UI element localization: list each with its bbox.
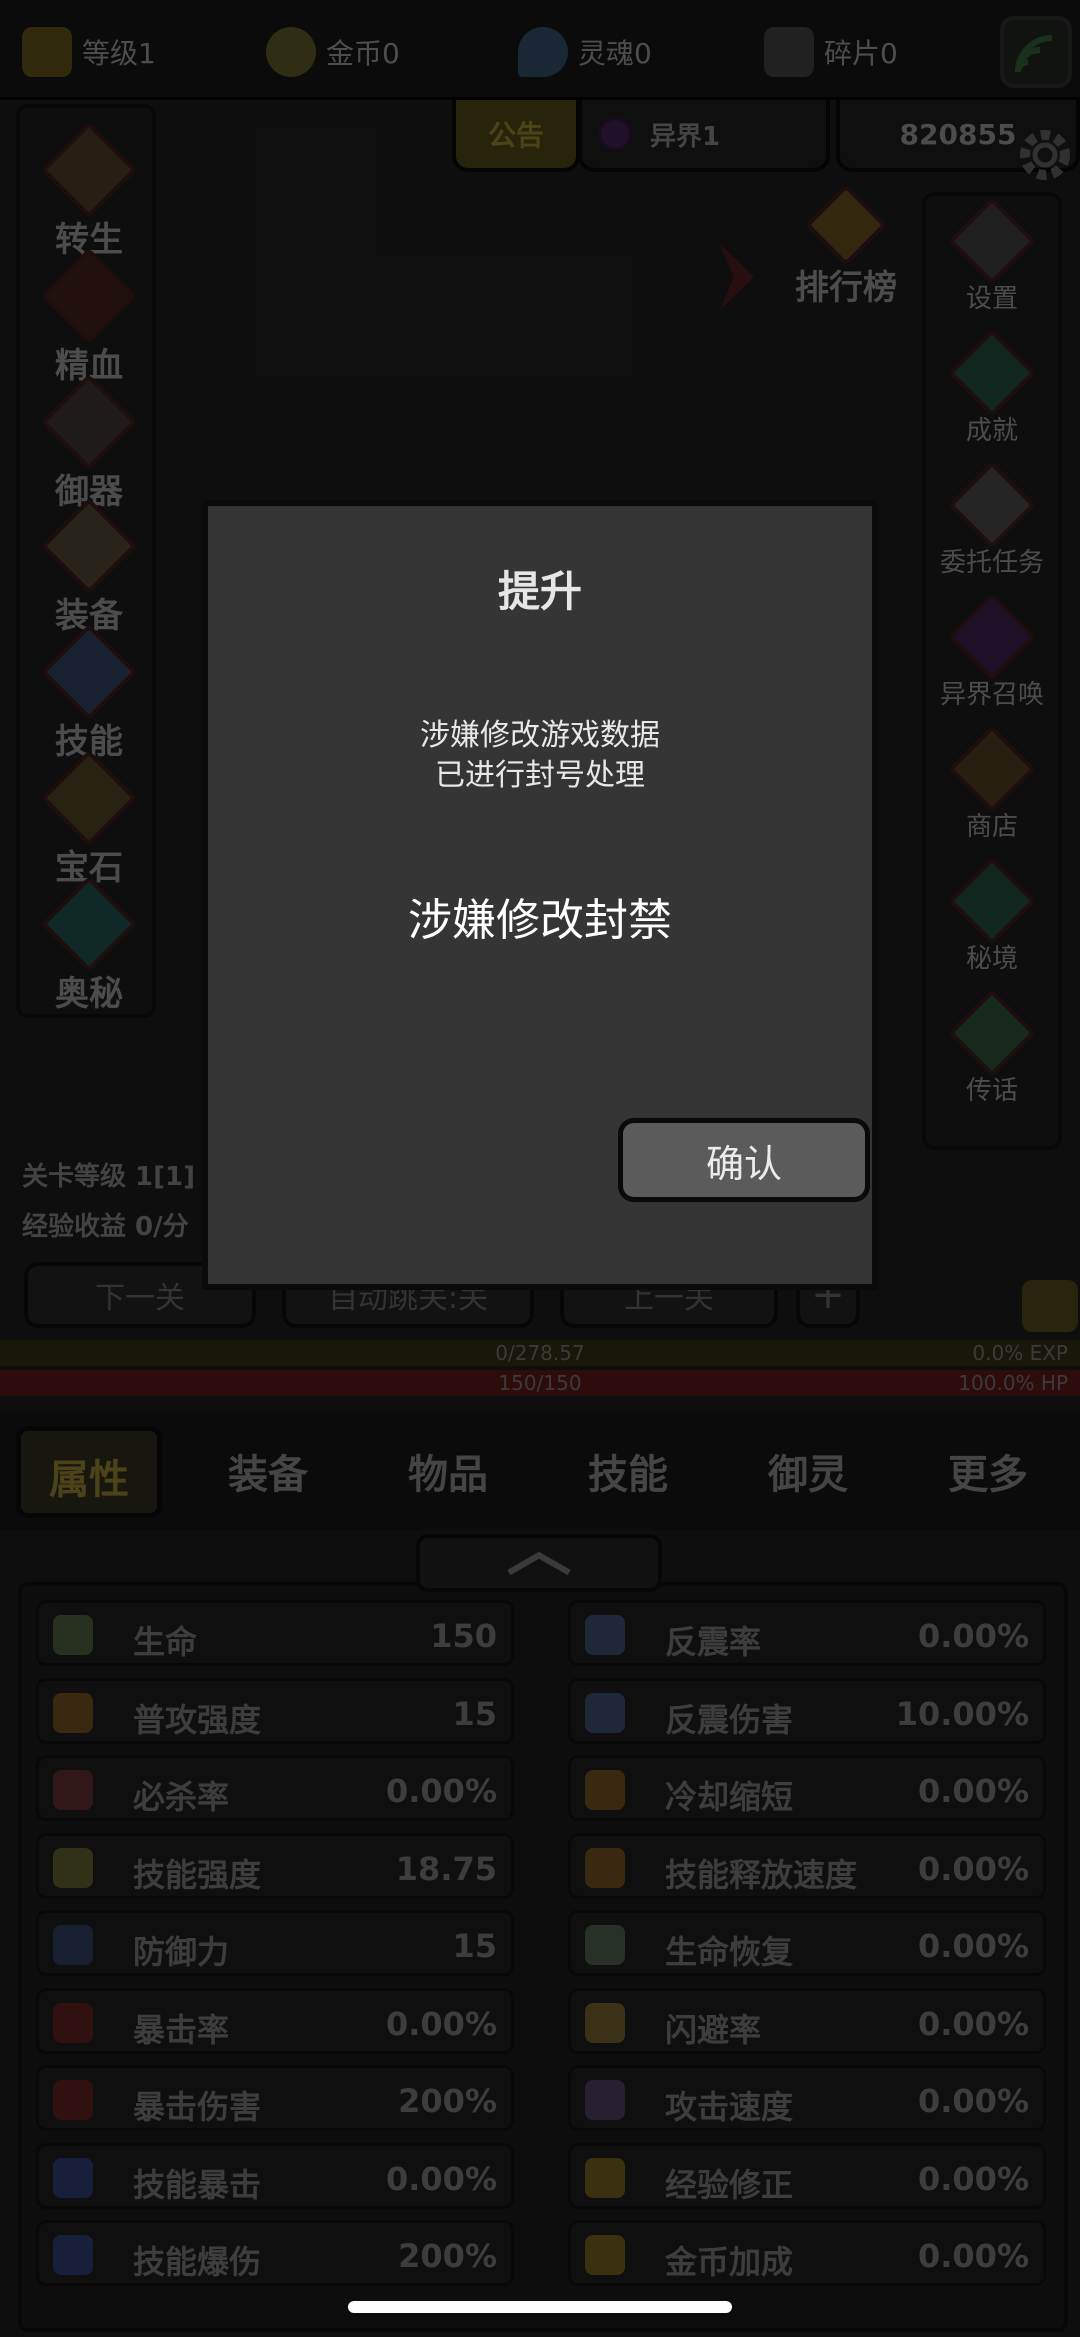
home-indicator[interactable] [348,2301,732,2313]
dialog-title: 提升 [497,567,582,616]
dialog-ban-text: 涉嫌修改封禁 [408,895,672,946]
dialog-message: 涉嫌修改游戏数据 已进行封号处理 [208,716,872,796]
confirm-button[interactable]: 确认 [618,1118,870,1202]
dialog-message-line1: 涉嫌修改游戏数据 [420,718,660,753]
dialog-message-line2: 已进行封号处理 [435,758,645,793]
ban-notice-dialog: 提升 涉嫌修改游戏数据 已进行封号处理 涉嫌修改封禁 确认 [202,500,878,1290]
